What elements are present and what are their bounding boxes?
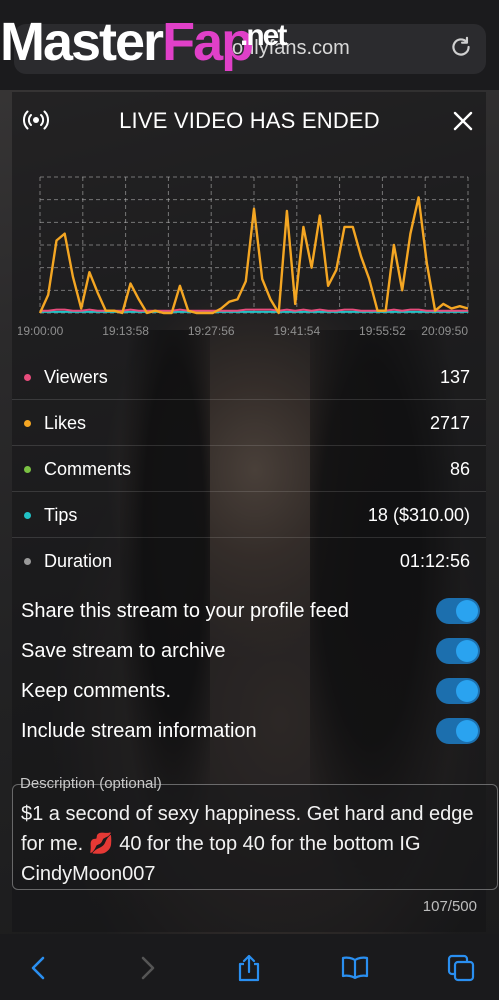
stat-row-duration: Duration 01:12:56 — [12, 538, 486, 584]
description-text[interactable]: $1 a second of sexy happiness. Get hard … — [21, 799, 491, 889]
comments-dot — [24, 466, 31, 473]
x-tick-label: 20:09:50 — [421, 324, 468, 338]
x-tick-label: 19:55:52 — [359, 324, 406, 338]
stat-row-viewers: Viewers 137 — [12, 354, 486, 400]
toggle-knob — [456, 600, 478, 622]
stat-label: Comments — [44, 459, 132, 479]
toggle-label: Share this stream to your profile feed — [21, 600, 349, 622]
watermark-net: .net — [240, 19, 287, 52]
keep-comments-toggle[interactable] — [436, 678, 480, 704]
stream-info-toggle[interactable] — [436, 718, 480, 744]
viewers-dot — [24, 374, 31, 381]
stat-label: Duration — [44, 551, 113, 571]
stat-value: 01:12:56 — [399, 551, 470, 571]
tips-dot — [24, 512, 31, 519]
x-tick-label: 19:00:00 — [18, 324, 64, 338]
close-icon[interactable] — [452, 110, 474, 132]
toggle-knob — [456, 640, 478, 662]
toggle-label: Include stream information — [21, 720, 257, 742]
bookmarks-icon[interactable] — [340, 953, 370, 983]
x-tick-label: 19:41:54 — [273, 324, 320, 338]
toggle-row-save-archive: Save stream to archive — [0, 632, 499, 672]
save-archive-toggle[interactable] — [436, 638, 480, 664]
toggle-label: Save stream to archive — [21, 640, 226, 662]
x-tick-label: 19:27:56 — [188, 324, 235, 338]
stat-row-likes: Likes 2717 — [12, 400, 486, 446]
stat-value: 137 — [439, 367, 470, 387]
toggle-label: Keep comments. — [21, 680, 172, 702]
stat-label: Tips — [44, 505, 78, 525]
watermark-part1: Master — [0, 12, 164, 72]
stat-label: Likes — [44, 413, 87, 433]
likes-dot — [24, 420, 31, 427]
stat-value: 2717 — [429, 413, 470, 433]
toggle-row-stream-info: Include stream information — [0, 712, 499, 752]
tabs-icon[interactable] — [446, 953, 476, 983]
stream-options: Share this stream to your profile feed S… — [0, 592, 499, 752]
x-tick-label: 19:13:58 — [102, 324, 149, 338]
watermark-part2: Fap — [162, 12, 254, 72]
stats-list: Viewers 137 Likes 2717 Comments 86 Tips … — [12, 354, 486, 584]
toggle-row-keep-comments: Keep comments. — [0, 672, 499, 712]
character-counter: 107/500 — [422, 898, 477, 915]
share-icon[interactable] — [234, 953, 264, 983]
overlay-title: LIVE VIDEO HAS ENDED — [119, 108, 380, 133]
toggle-row-share-feed: Share this stream to your profile feed — [0, 592, 499, 632]
toggle-knob — [456, 680, 478, 702]
share-feed-toggle[interactable] — [436, 598, 480, 624]
stat-value: 18 ($310.00) — [367, 505, 470, 525]
stream-stats-chart: 19:00:00 19:13:58 19:27:56 19:41:54 19:55:52… — [18, 176, 469, 338]
stat-label: Viewers — [44, 367, 108, 387]
back-icon[interactable] — [24, 953, 54, 983]
description-label: Description (optional) — [20, 775, 162, 792]
duration-dot — [24, 558, 31, 565]
watermark-logo: MasterFap .net — [0, 12, 287, 72]
stat-value: 86 — [449, 459, 470, 479]
stat-row-tips: Tips 18 ($310.00) — [12, 492, 486, 538]
forward-icon[interactable] — [132, 953, 162, 983]
stat-row-comments: Comments 86 — [12, 446, 486, 492]
description-field[interactable]: $1 a second of sexy happiness. Get hard … — [12, 784, 498, 890]
toggle-knob — [456, 720, 478, 742]
reload-icon[interactable] — [448, 34, 474, 60]
